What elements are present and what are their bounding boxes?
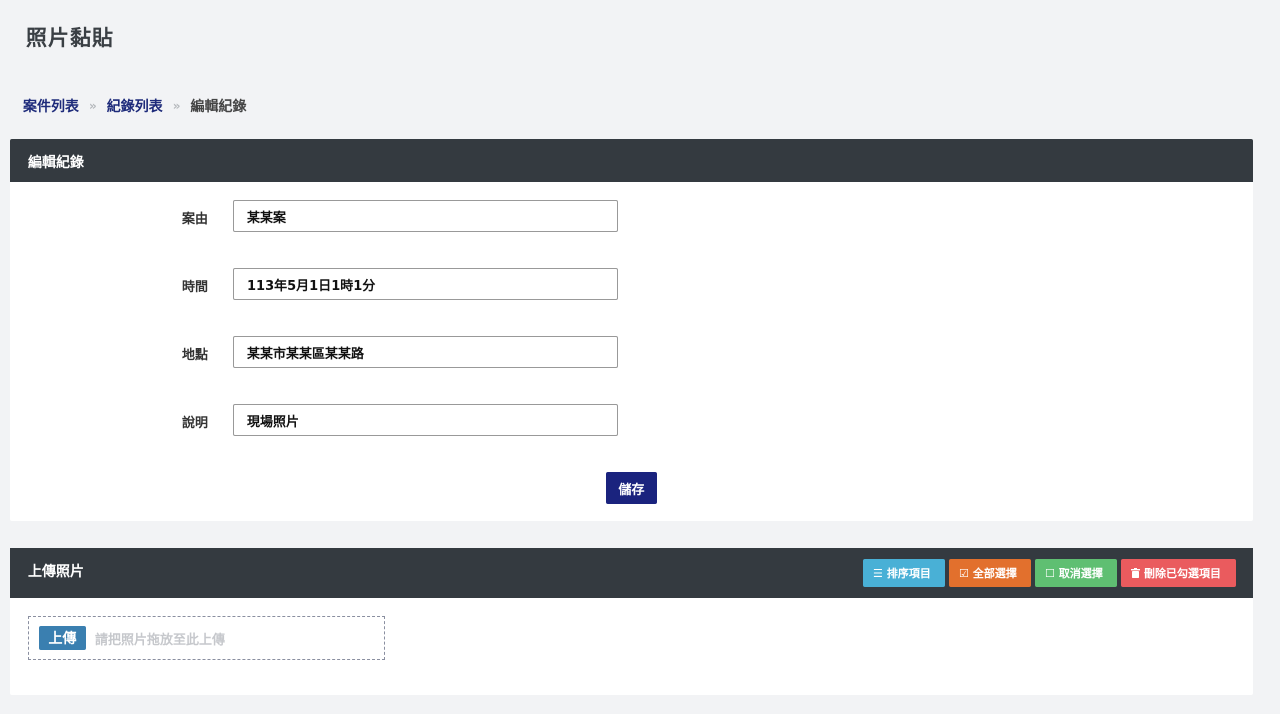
upload-photo-panel: 上傳照片 ☰ 排序項目 ☑ 全部選擇 ☐ 取消選擇 刪除已勾選項目 上傳 請把照… (10, 548, 1253, 695)
field-row-description: 說明 (10, 404, 1253, 436)
description-label: 說明 (182, 416, 209, 431)
upload-button[interactable]: 上傳 (39, 626, 86, 650)
select-all-button[interactable]: ☑ 全部選擇 (949, 559, 1031, 587)
delete-selected-button[interactable]: 刪除已勾選項目 (1121, 559, 1236, 587)
breadcrumb-current: 編輯紀錄 (190, 99, 247, 115)
trash-icon (1131, 568, 1140, 578)
list-icon: ☰ (873, 566, 883, 580)
field-row-location: 地點 (10, 336, 1253, 368)
case-label: 案由 (182, 212, 209, 227)
breadcrumb-separator: » (89, 99, 97, 113)
photo-toolbar: ☰ 排序項目 ☑ 全部選擇 ☐ 取消選擇 刪除已勾選項目 (863, 559, 1236, 587)
edit-panel-header: 編輯紀錄 (10, 139, 1253, 182)
sort-items-button[interactable]: ☰ 排序項目 (863, 559, 945, 587)
save-button[interactable]: 儲存 (606, 472, 657, 504)
deselect-label: 取消選擇 (1058, 567, 1103, 580)
photo-dropzone[interactable]: 上傳 請把照片拖放至此上傳 (28, 616, 385, 660)
time-input[interactable] (233, 268, 618, 300)
checkbox-empty-icon: ☐ (1045, 566, 1055, 580)
location-label: 地點 (182, 348, 209, 363)
breadcrumb-case-list[interactable]: 案件列表 (23, 96, 79, 116)
page-title: 照片黏貼 (26, 26, 114, 50)
location-input[interactable] (233, 336, 618, 368)
breadcrumb-record-list[interactable]: 紀錄列表 (107, 96, 163, 116)
case-input[interactable] (233, 200, 618, 232)
upload-panel-title: 上傳照片 (28, 564, 84, 580)
select-all-label: 全部選擇 (972, 567, 1017, 580)
field-row-case: 案由 (10, 200, 1253, 232)
time-label: 時間 (182, 280, 209, 295)
edit-record-panel: 編輯紀錄 案由 時間 地點 說明 儲存 (10, 139, 1253, 521)
sort-items-label: 排序項目 (886, 567, 931, 580)
upload-panel-header: 上傳照片 ☰ 排序項目 ☑ 全部選擇 ☐ 取消選擇 刪除已勾選項目 (10, 548, 1253, 598)
deselect-button[interactable]: ☐ 取消選擇 (1035, 559, 1117, 587)
breadcrumb-separator: » (172, 99, 181, 113)
checkbox-checked-icon: ☑ (959, 566, 969, 580)
dropzone-hint: 請把照片拖放至此上傳 (95, 632, 226, 648)
delete-selected-label: 刪除已勾選項目 (1144, 567, 1221, 580)
field-row-time: 時間 (10, 268, 1253, 300)
breadcrumb: 案件列表 » 紀錄列表 » 編輯紀錄 (23, 96, 247, 116)
description-input[interactable] (233, 404, 618, 436)
